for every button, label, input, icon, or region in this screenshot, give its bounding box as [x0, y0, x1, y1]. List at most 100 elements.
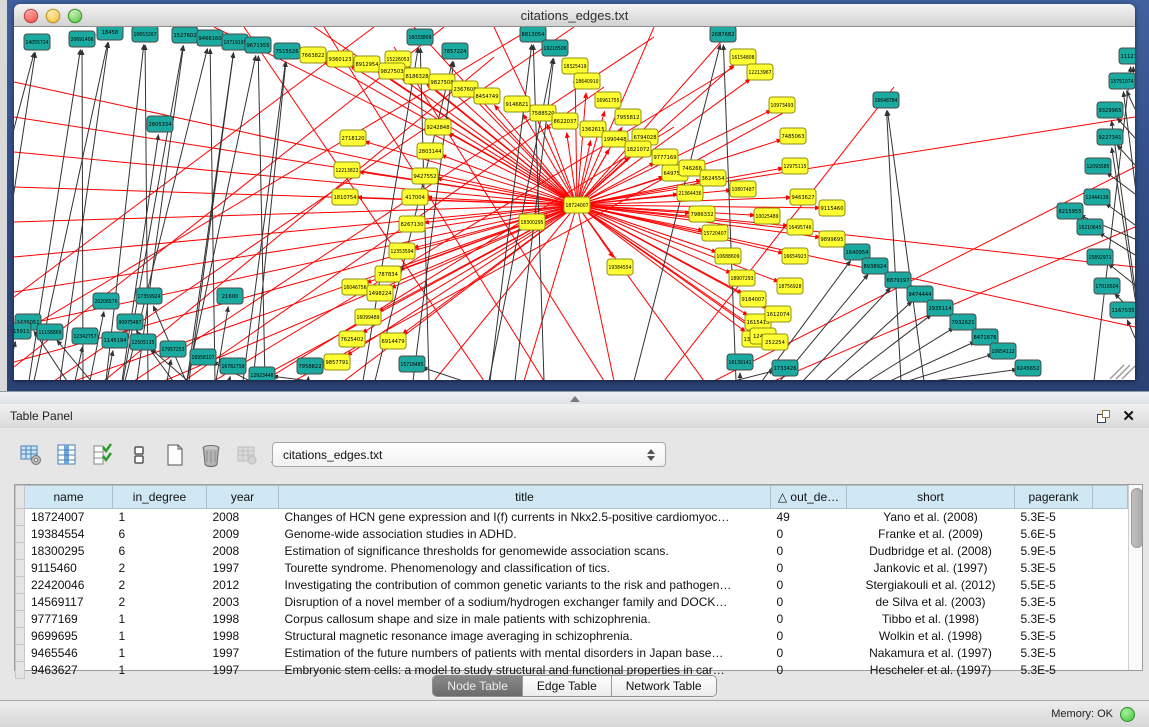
table-cell[interactable]: 5.3E-5 — [1015, 509, 1093, 526]
table-row[interactable]: 1938455462009Genome-wide association stu… — [16, 526, 1128, 543]
edge-red[interactable] — [14, 27, 374, 297]
edge-black[interactable] — [14, 342, 15, 380]
table-cell[interactable]: Tourette syndrome. Phenomenology and cla… — [279, 560, 771, 577]
table-cell[interactable]: 2008 — [207, 543, 279, 560]
column-header-title[interactable]: title — [279, 486, 771, 509]
table-row[interactable]: 2242004622012Investigating the contribut… — [16, 577, 1128, 594]
table-cell[interactable]: 2 — [113, 577, 207, 594]
table-cell[interactable]: 1997 — [207, 645, 279, 662]
network-window-titlebar[interactable]: citations_edges.txt — [14, 4, 1135, 27]
edge-black[interactable] — [803, 288, 890, 380]
edge-black[interactable] — [229, 377, 230, 380]
table-cell[interactable]: 2008 — [207, 509, 279, 526]
column-header-year[interactable]: year — [207, 486, 279, 509]
table-cell[interactable]: 5.3E-5 — [1015, 645, 1093, 662]
table-cell[interactable]: Jankovic et al. (1997) — [847, 560, 1015, 577]
table-row[interactable]: 1872400712008Changes of HCN gene express… — [16, 509, 1128, 526]
column-header-out_de[interactable]: △ out_de… — [771, 486, 847, 509]
table-cell[interactable]: 19384554 — [25, 526, 113, 543]
table-row[interactable]: 977716911998Corpus callosum shape and si… — [16, 611, 1128, 628]
resize-grip-icon[interactable] — [1116, 365, 1130, 379]
table-cell[interactable]: 0 — [771, 560, 847, 577]
table-cell[interactable]: Structural magnetic resonance image aver… — [279, 628, 771, 645]
edge-red[interactable] — [575, 78, 577, 205]
edge-red[interactable] — [14, 205, 577, 222]
edge-red[interactable] — [14, 205, 577, 292]
table-cell[interactable]: 6 — [113, 526, 207, 543]
edge-red[interactable] — [294, 107, 794, 380]
network-canvas[interactable]: 1405572420691406184581065326715276029466… — [14, 27, 1135, 380]
table-cell[interactable]: 1998 — [207, 628, 279, 645]
table-cell[interactable]: 0 — [771, 628, 847, 645]
table-cell[interactable]: 2012 — [207, 577, 279, 594]
table-cell[interactable]: 9465546 — [25, 645, 113, 662]
table-cell[interactable]: 1997 — [207, 560, 279, 577]
table-cell[interactable]: Stergiakouli et al. (2012) — [847, 577, 1015, 594]
table-cell[interactable]: Nakamura et al. (1997) — [847, 645, 1015, 662]
edge-black[interactable] — [1127, 91, 1135, 109]
table-scrollbar[interactable] — [1128, 485, 1142, 670]
table-row[interactable]: 969969511998Structural magnetic resonanc… — [16, 628, 1128, 645]
table-cell[interactable]: Estimation of significance thresholds fo… — [279, 543, 771, 560]
column-header-pagerank[interactable]: pagerank — [1015, 486, 1093, 509]
table-cell[interactable]: 5.3E-5 — [1015, 611, 1093, 628]
close-window-button[interactable] — [24, 9, 38, 23]
edge-black[interactable] — [723, 45, 736, 380]
resize-grip-icon[interactable] — [1110, 365, 1124, 379]
table-cell[interactable]: Investigating the contribution of common… — [279, 577, 771, 594]
table-cell[interactable]: 2 — [113, 594, 207, 611]
table-cell[interactable]: Changes of HCN gene expression and I(f) … — [279, 509, 771, 526]
zoom-window-button[interactable] — [68, 9, 82, 23]
table-row[interactable]: 911546021997Tourette syndrome. Phenomeno… — [16, 560, 1128, 577]
table-cell[interactable]: 5.5E-5 — [1015, 577, 1093, 594]
table-column-icon[interactable] — [54, 442, 80, 468]
table-cell[interactable]: 1 — [113, 509, 207, 526]
tab-network-table[interactable]: Network Table — [611, 676, 716, 696]
table-cell[interactable]: 0 — [771, 577, 847, 594]
close-panel-icon[interactable]: ✕ — [1122, 410, 1135, 423]
table-cell[interactable]: 1 — [113, 611, 207, 628]
table-cell[interactable]: de Silva et al. (2003) — [847, 594, 1015, 611]
table-cell[interactable]: Yano et al. (2008) — [847, 509, 1015, 526]
table-cell[interactable]: 1 — [113, 645, 207, 662]
table-cell[interactable]: Corpus callosum shape and size in male p… — [279, 611, 771, 628]
edge-black[interactable] — [890, 342, 975, 380]
table-cell[interactable]: 9777169 — [25, 611, 113, 628]
table-row[interactable]: 946554611997Estimation of the future num… — [16, 645, 1128, 662]
edge-black[interactable] — [1127, 320, 1135, 338]
table-cell[interactable]: 2003 — [207, 594, 279, 611]
panel-splitter[interactable] — [0, 391, 1149, 405]
table-cell[interactable]: 49 — [771, 509, 847, 526]
table-cell[interactable]: 6 — [113, 543, 207, 560]
table-row[interactable]: 1456911722003Disruption of a novel membe… — [16, 594, 1128, 611]
tab-node-table[interactable]: Node Table — [433, 676, 522, 696]
table-cell[interactable]: 18300295 — [25, 543, 113, 560]
edge-black[interactable] — [845, 315, 931, 380]
table-cell[interactable]: Dudbridge et al. (2008) — [847, 543, 1015, 560]
edge-red[interactable] — [14, 205, 577, 257]
table-cell[interactable]: 18724007 — [25, 509, 113, 526]
table-cell[interactable]: 14569117 — [25, 594, 113, 611]
table-row[interactable]: 1830029562008Estimation of significance … — [16, 543, 1128, 560]
column-header-short[interactable]: short — [847, 486, 1015, 509]
table-settings-icon[interactable] — [18, 442, 44, 468]
table-cell[interactable]: 2009 — [207, 526, 279, 543]
table-cell[interactable]: 0 — [771, 645, 847, 662]
table-scrollbar-thumb[interactable] — [1131, 488, 1143, 548]
edge-black[interactable] — [420, 48, 429, 380]
edge-black[interactable] — [258, 56, 265, 380]
table-cell[interactable]: 5.3E-5 — [1015, 560, 1093, 577]
edge-black[interactable] — [187, 56, 256, 380]
table-cell[interactable]: 5.9E-5 — [1015, 543, 1093, 560]
table-cell[interactable]: 5.3E-5 — [1015, 594, 1093, 611]
table-cell[interactable]: 5.3E-5 — [1015, 628, 1093, 645]
table-cell[interactable]: 2 — [113, 560, 207, 577]
edge-red[interactable] — [774, 227, 1135, 380]
table-cell[interactable]: 0 — [771, 594, 847, 611]
edge-black[interactable] — [273, 376, 311, 380]
table-cell[interactable]: Tibbo et al. (1998) — [847, 611, 1015, 628]
resize-grip-icon[interactable] — [1122, 366, 1135, 379]
column-check-icon[interactable] — [90, 442, 116, 468]
table-cell[interactable]: 1998 — [207, 611, 279, 628]
edge-black[interactable] — [308, 377, 309, 380]
